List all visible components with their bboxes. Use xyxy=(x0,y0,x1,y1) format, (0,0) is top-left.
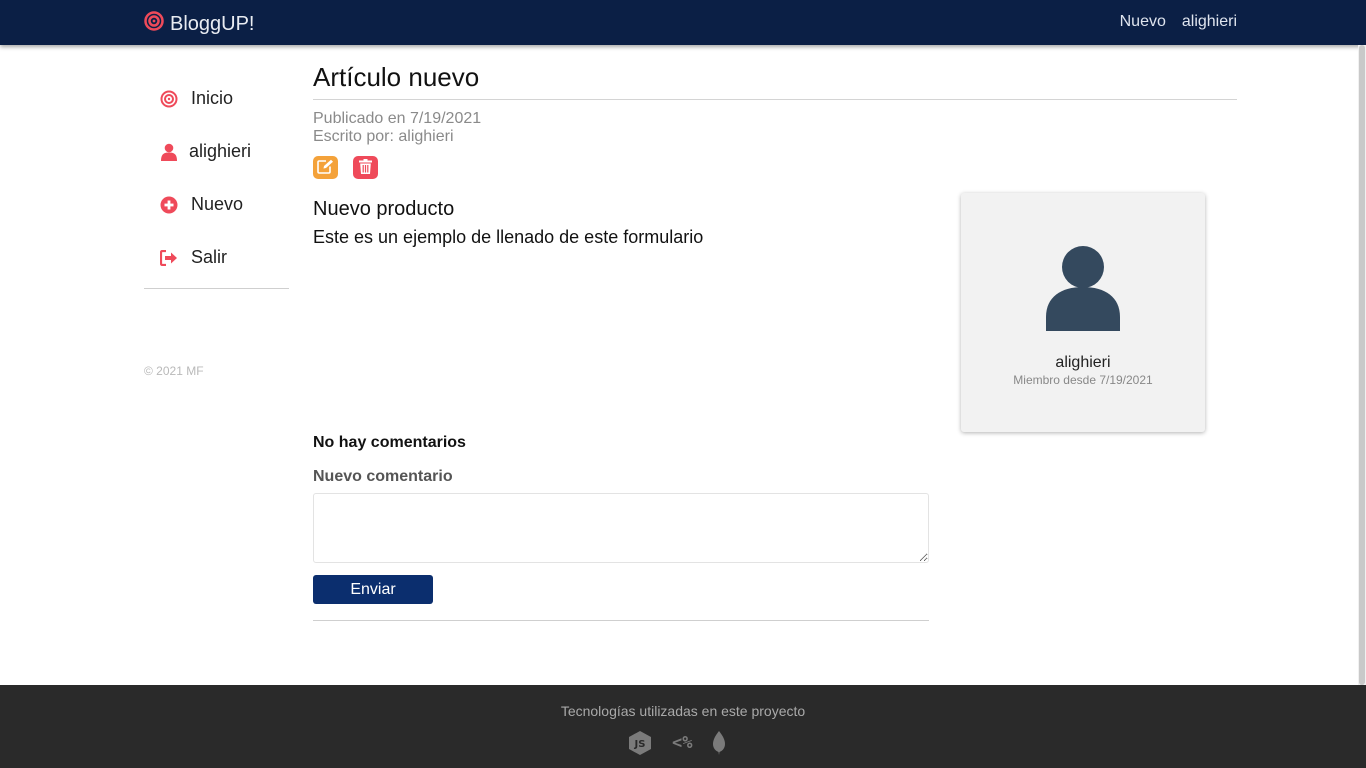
tech-icons: JS <% xyxy=(628,730,726,756)
footer-text: Tecnologías utilizadas en este proyecto xyxy=(560,703,806,719)
top-navbar: BloggUP! Nuevo alighieri xyxy=(0,0,1366,45)
comment-textarea[interactable] xyxy=(313,493,929,563)
article-content: Nuevo producto Este es un ejemplo de lle… xyxy=(313,198,933,248)
author-card: alighieri Miembro desde 7/19/2021 xyxy=(961,193,1205,432)
sidebar: Inicio alighieri Nuevo Salir xyxy=(144,72,289,289)
article-actions xyxy=(313,156,1237,179)
new-comment-label: Nuevo comentario xyxy=(313,468,453,485)
comments-divider xyxy=(313,620,929,621)
svg-text:JS: JS xyxy=(634,739,646,750)
navbar-links: Nuevo alighieri xyxy=(1120,13,1237,31)
copyright-text: © 2021 MF xyxy=(144,364,204,378)
author-name: alighieri xyxy=(1055,354,1111,371)
sidebar-item-salir[interactable]: Salir xyxy=(144,231,289,284)
sidebar-item-label: Nuevo xyxy=(191,194,244,214)
title-divider xyxy=(313,99,1237,100)
member-since: Miembro desde 7/19/2021 xyxy=(1013,373,1153,387)
edit-button[interactable] xyxy=(313,156,338,179)
article-main: Artículo nuevo Publicado en 7/19/2021 Es… xyxy=(313,62,1237,621)
nav-link-user[interactable]: alighieri xyxy=(1182,13,1237,31)
published-date: Publicado en 7/19/2021 xyxy=(313,110,482,127)
mongodb-icon xyxy=(712,731,726,755)
avatar xyxy=(1045,245,1121,336)
sidebar-divider xyxy=(144,288,289,289)
trash-icon xyxy=(359,158,372,177)
page-title: Artículo nuevo xyxy=(313,62,480,92)
delete-button[interactable] xyxy=(353,156,378,179)
sidebar-item-label: Inicio xyxy=(191,88,234,108)
article-author: Escrito por: alighieri xyxy=(313,128,454,145)
scrollbar-thumb[interactable] xyxy=(1359,45,1365,685)
sidebar-item-label: Salir xyxy=(191,247,228,267)
target-icon xyxy=(160,90,178,108)
nodejs-icon: JS xyxy=(628,730,652,756)
article-meta: Publicado en 7/19/2021 Escrito por: alig… xyxy=(313,110,1237,146)
article-body: Este es un ejemplo de llenado de este fo… xyxy=(313,227,704,247)
sidebar-item-label: alighieri xyxy=(189,141,252,161)
nav-link-nuevo[interactable]: Nuevo xyxy=(1120,13,1166,31)
page-footer: Tecnologías utilizadas en este proyecto … xyxy=(0,685,1366,768)
sign-out-icon xyxy=(160,249,178,267)
ejs-icon: <% xyxy=(672,733,693,753)
send-button[interactable]: Enviar xyxy=(313,575,433,604)
target-icon xyxy=(144,11,164,37)
brand-link[interactable]: BloggUP! xyxy=(144,11,255,37)
user-icon xyxy=(160,143,178,161)
plus-circle-icon xyxy=(160,196,178,214)
sidebar-item-nuevo[interactable]: Nuevo xyxy=(144,178,289,231)
sidebar-item-user[interactable]: alighieri xyxy=(144,125,289,178)
comments-empty-text: No hay comentarios xyxy=(313,434,466,451)
edit-icon xyxy=(317,159,334,177)
sidebar-item-inicio[interactable]: Inicio xyxy=(144,72,289,125)
article-subtitle: Nuevo producto xyxy=(313,198,455,220)
brand-name: BloggUP! xyxy=(170,12,255,35)
